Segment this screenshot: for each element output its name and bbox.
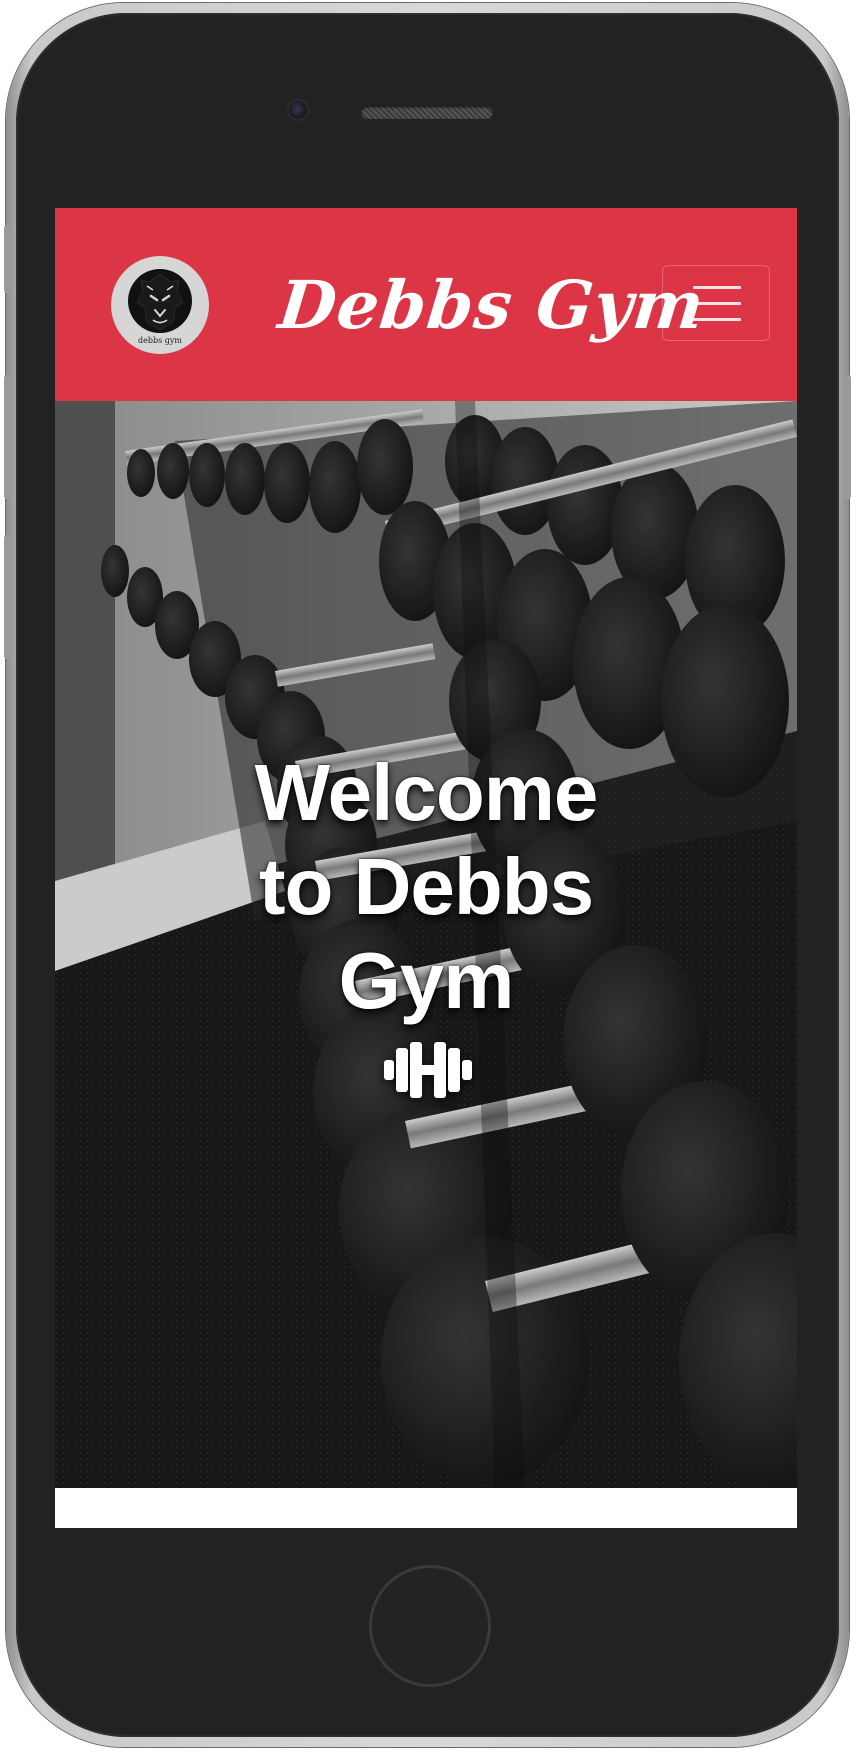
page-below-hero: [55, 1488, 797, 1528]
hamburger-menu-icon: [693, 286, 741, 289]
mute-switch: [4, 225, 12, 293]
home-button[interactable]: [369, 1565, 491, 1687]
logo-caption: debbs gym: [138, 336, 182, 345]
volume-up-button: [4, 375, 12, 499]
hamburger-menu-icon: [693, 318, 741, 321]
navbar-toggler-button[interactable]: [662, 265, 770, 341]
hero-title: Welcome to Debbs Gym: [254, 748, 599, 1025]
front-camera-icon: [289, 101, 307, 119]
page-stage: debbs gym Debbs Gym Welcome to Debbs Gym: [0, 0, 862, 1754]
logo[interactable]: debbs gym: [111, 256, 209, 354]
hero-section: Welcome to Debbs Gym: [55, 401, 797, 1488]
dumbbell-icon: [384, 1042, 472, 1098]
power-button: [843, 375, 851, 499]
volume-down-button: [4, 535, 12, 659]
phone-screen: debbs gym Debbs Gym Welcome to Debbs Gym: [55, 208, 797, 1528]
brand-title[interactable]: Debbs Gym: [274, 260, 708, 350]
navbar: debbs gym Debbs Gym: [55, 208, 797, 401]
earpiece-speaker: [361, 106, 493, 119]
hamburger-menu-icon: [693, 302, 741, 305]
